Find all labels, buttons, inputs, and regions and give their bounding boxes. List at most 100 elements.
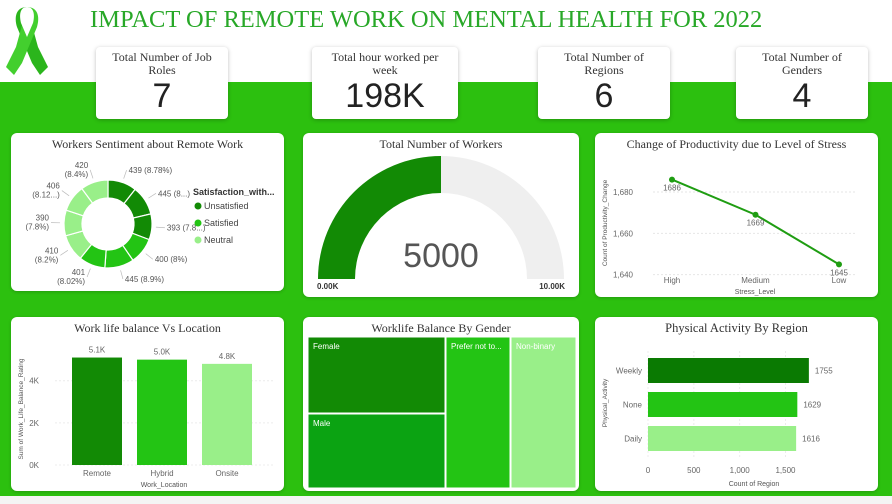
y-tick-label: 4K — [29, 377, 39, 386]
treemap-tile-label: Prefer not to... — [451, 342, 502, 351]
legend-label: Unsatisfied — [204, 201, 249, 211]
legend-marker — [194, 219, 202, 227]
y-axis-title: Count of Productivity_Change — [602, 179, 609, 266]
slice-data-label: (8.12...) — [32, 191, 60, 200]
sentiment-donut-chart: 439 (8.78%)445 (8...)393 (7.8...)400 (8%… — [25, 161, 275, 286]
y-axis-title: Sum of Work_Life_Balance_Rating — [18, 358, 25, 459]
gauge-min-label: 0.00K — [317, 282, 339, 291]
gauge-max-label: 10.00K — [539, 282, 565, 291]
chart-title: Total Number of Workers — [379, 137, 503, 151]
y-tick-label: 1,660 — [613, 229, 634, 238]
x-tick-label: Hybrid — [150, 469, 173, 478]
legend-label: Satisfied — [204, 218, 239, 228]
slice-leader-line — [148, 192, 157, 199]
slice-leader-line — [145, 253, 154, 260]
sentiment-donut-card: Workers Sentiment about Remote Work 439 … — [11, 133, 284, 291]
productivity-line-card: Change of Productivity due to Level of S… — [595, 133, 878, 297]
kpi-label: Total Number of Job Roles — [112, 50, 212, 77]
y-tick-label: 1,640 — [613, 271, 634, 280]
legend-label: Neutral — [204, 235, 233, 245]
x-tick-label: 500 — [687, 466, 701, 475]
x-tick-label: 0 — [646, 466, 651, 475]
y-tick-label: Weekly — [616, 367, 642, 376]
chart-title: Worklife Balance By Gender — [371, 321, 511, 335]
kpi-label: Total Number of Genders — [762, 50, 842, 77]
slice-data-label: 401 — [72, 268, 86, 277]
bar-data-label: 4.8K — [219, 352, 236, 361]
x-tick-label: Remote — [83, 469, 112, 478]
legend-marker — [194, 236, 202, 244]
x-axis-title: Stress_Level — [735, 289, 776, 296]
bar-data-label: 1629 — [803, 401, 821, 410]
slice-data-label: 410 — [45, 246, 59, 255]
dashboard-title: IMPACT OF REMOTE WORK ON MENTAL HEALTH F… — [90, 6, 763, 33]
slice-leader-line — [61, 190, 70, 197]
bar — [648, 358, 809, 383]
bottom-strip — [0, 496, 892, 504]
line-point — [752, 211, 759, 218]
chart-title: Physical Activity By Region — [665, 321, 808, 335]
bar-data-label: 1616 — [802, 435, 820, 444]
kpi-card-genders: Total Number of Genders 4 — [736, 47, 868, 119]
activity-region-card: Physical Activity By Region 0 500 1,000 1,5… — [595, 317, 878, 491]
slice-data-label: (8.02%) — [57, 277, 85, 286]
kpi-label: Total hour worked per week — [331, 50, 439, 77]
kpi-value: 198K — [345, 77, 425, 115]
slice-data-label: 420 — [75, 161, 89, 170]
legend-title: Satisfaction_with... — [193, 187, 275, 197]
gauge-value-label: 5000 — [403, 237, 479, 275]
x-tick-label: High — [664, 276, 680, 285]
slice-data-label: 400 (8%) — [155, 255, 188, 264]
worklife-location-bar-chart: 0K 2K 4K 5.1K Remote 5.0K Hybrid 4.8K Onsite Work… — [18, 346, 273, 489]
slice-leader-line — [123, 170, 127, 179]
chart-title: Change of Productivity due to Level of S… — [626, 137, 847, 151]
y-tick-label: None — [623, 401, 643, 410]
x-tick-label: 1,000 — [730, 466, 751, 475]
slice-data-label: 390 — [36, 214, 50, 223]
line-point — [836, 261, 842, 268]
slice-leader-line — [155, 226, 165, 229]
slice-data-label: (8.2%) — [35, 255, 59, 264]
slice-leader-line — [120, 270, 124, 280]
treemap-tile-label: Female — [313, 342, 340, 351]
slice-data-label: 439 (8.78%) — [129, 166, 173, 175]
x-axis-title: Work_Location — [141, 482, 188, 489]
y-tick-label: Daily — [624, 435, 642, 444]
x-tick-label: 1,500 — [775, 466, 796, 475]
chart-title: Workers Sentiment about Remote Work — [51, 137, 244, 151]
productivity-line-chart: 1,6401,6601,680 1686High1669Medium1645Low… — [602, 176, 857, 296]
treemap-tile-label: Male — [313, 419, 331, 428]
treemap-tile — [510, 337, 577, 489]
bar — [202, 363, 252, 465]
slice-leader-line — [60, 250, 69, 256]
legend-marker — [194, 202, 202, 210]
slice-leader-line — [86, 268, 91, 278]
x-tick-label: Low — [832, 276, 847, 285]
slice-data-label: (7.8%) — [25, 223, 49, 232]
slice-data-label: (8.4%) — [65, 170, 89, 179]
kpi-value: 7 — [152, 77, 172, 115]
x-tick-label: Onsite — [215, 469, 239, 478]
kpi-value: 6 — [594, 77, 614, 115]
y-axis-title: Physical_Activity — [602, 378, 609, 427]
bar-data-label: 5.1K — [89, 346, 106, 355]
kpi-label: Total Number of Regions — [564, 50, 644, 77]
workers-gauge-chart: 5000 0.00K 10.00K — [317, 156, 565, 291]
y-tick-label: 0K — [29, 461, 39, 470]
awareness-ribbon-icon — [6, 7, 49, 75]
slice-data-label: 406 — [46, 182, 60, 191]
bar — [72, 357, 122, 465]
treemap-tile-label: Non-binary — [516, 342, 555, 351]
worklife-location-card: Work life balance Vs Location 0K 2K 4K 5.1K… — [11, 317, 284, 491]
line-point — [669, 176, 675, 183]
slice-data-label: 445 (8.9%) — [125, 275, 164, 284]
bar-data-label: 1755 — [815, 367, 833, 376]
slice-data-label: 445 (8...) — [158, 189, 190, 198]
y-tick-label: 1,680 — [613, 188, 634, 197]
activity-region-bar-chart: 0 500 1,000 1,500 Weekly 1755 None 1629 Daily 161… — [602, 351, 833, 488]
workers-gauge-card: Total Number of Workers 5000 0.00K 10.00K — [303, 133, 579, 297]
treemap-tile — [445, 337, 511, 489]
kpi-card-regions: Total Number of Regions 6 — [538, 47, 670, 119]
point-data-label: 1686 — [663, 184, 681, 193]
chart-title: Work life balance Vs Location — [74, 321, 221, 335]
